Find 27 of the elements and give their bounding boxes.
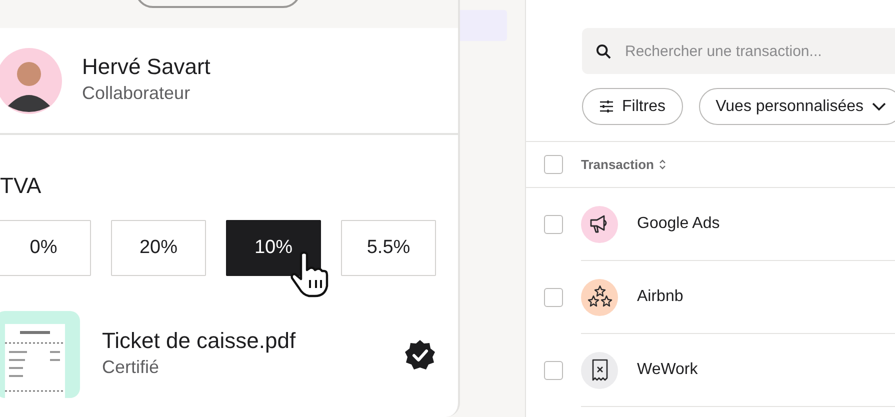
- row-checkbox[interactable]: [544, 288, 563, 307]
- sliders-icon: [599, 100, 614, 113]
- vat-option[interactable]: 20%: [111, 220, 206, 276]
- stars-icon: [586, 285, 612, 309]
- row-checkbox[interactable]: [544, 215, 563, 234]
- transaction-name[interactable]: WeWork: [637, 358, 698, 382]
- file-name: Ticket de caisse.pdf: [102, 328, 297, 354]
- highlight-bar: [460, 10, 507, 41]
- avatar: [0, 48, 62, 114]
- vat-option[interactable]: 0%: [0, 220, 91, 276]
- dropdown-button[interactable]: Vues personnalisées: [698, 88, 895, 125]
- sort-icon[interactable]: [658, 159, 666, 170]
- user-role: Collaborateur: [82, 82, 192, 106]
- filter-button[interactable]: Filtres: [582, 88, 683, 125]
- section-title: TVA: [0, 172, 42, 200]
- transaction-name[interactable]: Airbnb: [637, 285, 684, 309]
- transaction-name[interactable]: Google Ads: [637, 212, 720, 236]
- row-checkbox[interactable]: [544, 361, 563, 380]
- vat-option[interactable]: 5.5%: [341, 220, 436, 276]
- select-all-checkbox[interactable]: [544, 155, 563, 174]
- chevron-down-icon: [872, 102, 886, 111]
- column-header[interactable]: Transaction: [581, 154, 654, 174]
- receipt-icon: [592, 359, 608, 381]
- file-status: Certifié: [102, 356, 160, 380]
- user-name: Hervé Savart: [82, 54, 210, 80]
- search-icon: [596, 44, 611, 58]
- vat-option[interactable]: 10%: [226, 220, 321, 276]
